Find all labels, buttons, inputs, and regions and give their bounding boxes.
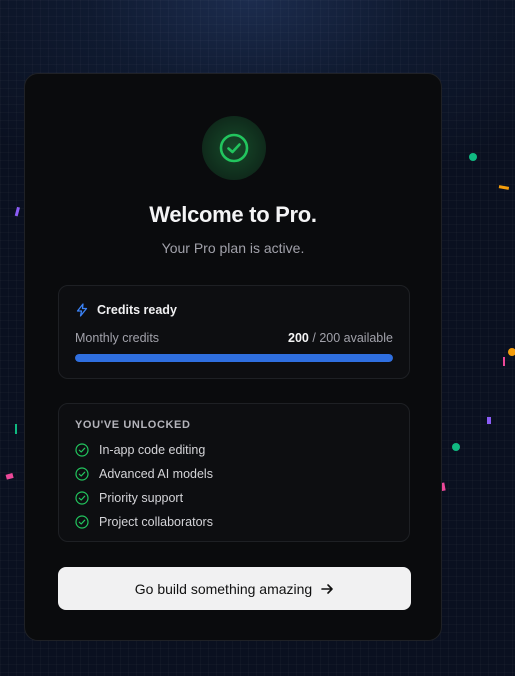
credits-current: 200 — [288, 331, 309, 345]
feature-label: Project collaborators — [99, 515, 213, 529]
success-badge — [202, 116, 266, 180]
check-circle-icon — [75, 467, 89, 481]
credits-progress-bar — [75, 354, 393, 362]
feature-item: Priority support — [75, 491, 183, 505]
feature-label: Priority support — [99, 491, 184, 505]
check-circle-icon — [75, 443, 89, 457]
credits-title: Credits ready — [97, 303, 177, 317]
credits-progress-fill — [75, 354, 393, 362]
credits-header: Credits ready — [75, 303, 177, 317]
credits-row: Monthly credits 200 / 200 available — [75, 331, 393, 345]
feature-label: In-app code editing — [99, 443, 206, 457]
credits-value: 200 / 200 available — [288, 331, 393, 345]
go-build-button[interactable]: Go build something amazing — [58, 567, 411, 610]
unlocked-heading: YOU'VE UNLOCKED — [75, 419, 191, 431]
go-build-label: Go build something amazing — [134, 580, 313, 597]
feature-item: Advanced AI models — [75, 467, 213, 481]
feature-item: In-app code editing — [75, 443, 205, 457]
lightning-icon — [76, 303, 88, 317]
page-title: Welcome to Pro. — [149, 202, 317, 227]
feature-label: Advanced AI models — [99, 467, 213, 481]
welcome-card: Welcome to Pro. Your Pro plan is active.… — [24, 73, 442, 641]
arrow-right-icon — [321, 583, 334, 594]
credits-total: / 200 available — [312, 331, 393, 345]
unlocked-panel: YOU'VE UNLOCKED In-app code editing Adva… — [58, 403, 410, 542]
feature-item: Project collaborators — [75, 515, 213, 529]
credits-panel: Credits ready Monthly credits 200 / 200 … — [58, 285, 410, 379]
credits-label: Monthly credits — [75, 331, 160, 345]
check-circle-icon — [75, 491, 89, 505]
check-circle-icon — [219, 133, 249, 163]
check-circle-icon — [75, 515, 89, 529]
page-subtitle: Your Pro plan is active. — [161, 240, 305, 256]
